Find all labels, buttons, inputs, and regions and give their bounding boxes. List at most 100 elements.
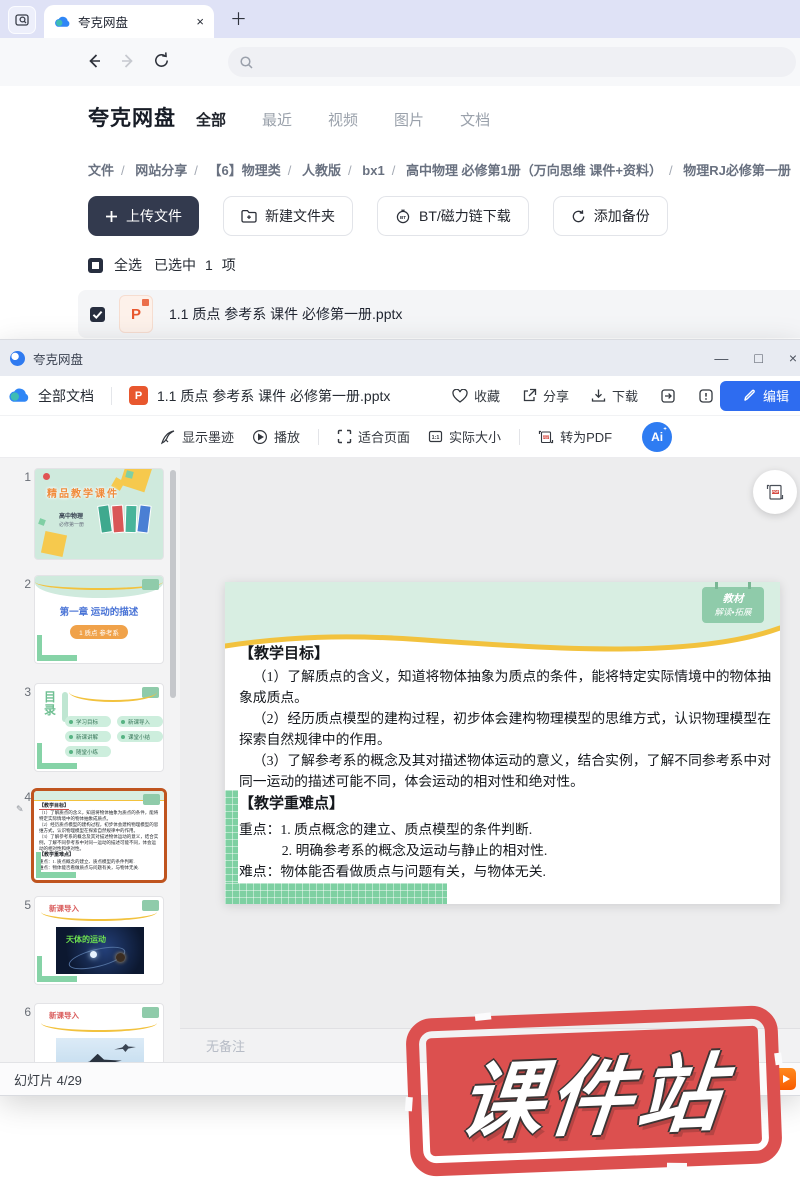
new-tab-button[interactable]: ＋ bbox=[230, 5, 247, 30]
tab-doc[interactable]: 文档 bbox=[460, 109, 490, 130]
preview-window: 夸克网盘 — □ × 全部文档 P 1.1 质点 参考系 课件 必修第一册.pp… bbox=[0, 340, 800, 1095]
maximize-button[interactable]: □ bbox=[754, 350, 762, 366]
heart-icon bbox=[452, 389, 468, 403]
stamp-body: 课件站 bbox=[426, 1026, 762, 1157]
new-folder-button[interactable]: 新建文件夹 bbox=[223, 196, 353, 236]
select-all-checkbox[interactable] bbox=[88, 258, 103, 273]
quark-cloud-logo-icon bbox=[54, 16, 70, 28]
convert-pdf-floating-button[interactable]: PDF bbox=[753, 470, 797, 514]
breadcrumb-item[interactable]: 【6】物理类 bbox=[209, 163, 281, 178]
corner-deco bbox=[36, 872, 76, 878]
save-to-drive-button[interactable] bbox=[660, 388, 676, 404]
thumbnail-scrollbar[interactable] bbox=[170, 470, 176, 698]
tab-recent[interactable]: 最近 bbox=[262, 109, 292, 130]
browser-tab-strip: 夸克网盘 × ＋ bbox=[0, 0, 800, 38]
thumb-number: 5 bbox=[15, 898, 31, 912]
save-to-drive-icon bbox=[660, 388, 676, 404]
svg-text:PDF: PDF bbox=[772, 490, 778, 494]
cover-title: 精品教学课件 bbox=[47, 485, 119, 500]
goal-2: （2）经历质点模型的建构过程，初步体会建构物理模型的思维方式，认识物理模型在探索… bbox=[239, 708, 771, 750]
close-button[interactable]: × bbox=[789, 350, 797, 366]
favorite-button[interactable]: 收藏 bbox=[452, 386, 500, 405]
svg-text:PDF: PDF bbox=[543, 435, 549, 439]
file-row[interactable]: P 1.1 质点 参考系 课件 必修第一册.pptx bbox=[78, 290, 800, 338]
minimize-button[interactable]: — bbox=[714, 350, 728, 366]
share-icon bbox=[522, 388, 537, 403]
slide-thumbnail-1[interactable]: 精品教学课件 高中物理 必修第一册 bbox=[34, 468, 164, 560]
slide-thumbnail-6[interactable]: 新课导入 bbox=[34, 1003, 164, 1062]
bt-magnet-download-button[interactable]: BT BT/磁力链下载 bbox=[377, 196, 529, 236]
tab-all[interactable]: 全部 bbox=[196, 109, 226, 130]
breadcrumb-item[interactable]: 文件 bbox=[88, 163, 114, 178]
refresh-icon[interactable] bbox=[152, 51, 171, 70]
fit-page-button[interactable]: 适合页面 bbox=[337, 427, 410, 446]
all-docs-link[interactable]: 全部文档 bbox=[38, 386, 94, 406]
svg-text:BT: BT bbox=[400, 215, 406, 220]
search-icon bbox=[239, 55, 254, 70]
tab-close-icon[interactable]: × bbox=[196, 14, 204, 29]
book-cover bbox=[125, 505, 138, 533]
breadcrumb-item[interactable]: 高中物理 必修第1册（万向思维 课件+资料） bbox=[406, 163, 662, 178]
breadcrumb-item[interactable]: 人教版 bbox=[302, 163, 341, 178]
ai-assistant-button[interactable]: Ai bbox=[642, 422, 672, 452]
file-checkbox[interactable] bbox=[90, 307, 105, 322]
browser-tab[interactable]: 夸克网盘 × bbox=[44, 5, 214, 38]
viewer-nav-bar: 全部文档 P 1.1 质点 参考系 课件 必修第一册.pptx 收藏 分享 下载 bbox=[0, 376, 800, 416]
window-title: 夸克网盘 bbox=[33, 349, 706, 368]
slide-thumbnail-5[interactable]: 新课导入 天体的运动 bbox=[34, 896, 164, 985]
corner-deco bbox=[37, 976, 77, 982]
edit-button[interactable]: 编辑 bbox=[720, 381, 800, 411]
keys-heading: 【教学重难点】 bbox=[239, 792, 771, 816]
page-title: 夸克网盘 bbox=[88, 102, 176, 132]
convert-to-pdf-button[interactable]: PDF 转为PDF bbox=[538, 427, 612, 446]
toc-title: 目录 bbox=[44, 691, 58, 717]
pdf-convert-icon: PDF bbox=[538, 429, 554, 445]
play-circle-icon bbox=[252, 429, 268, 445]
address-bar[interactable] bbox=[228, 47, 796, 77]
corner-grid-deco bbox=[225, 883, 447, 904]
stamp-text: 课件站 bbox=[454, 1025, 733, 1157]
mini-badge bbox=[142, 1007, 159, 1018]
book-cover bbox=[111, 505, 125, 534]
upload-button[interactable]: 上传文件 bbox=[88, 196, 199, 236]
goal-1: （1）了解质点的含义，知道将物体抽象为质点的条件，能将特定实际情境中的物体抽象成… bbox=[239, 666, 771, 708]
section-label: 新课导入 bbox=[49, 1010, 79, 1021]
cover-edition: 必修第一册 bbox=[59, 521, 84, 528]
aircraft-image bbox=[56, 1038, 144, 1062]
selected-unit: 项 bbox=[222, 255, 236, 275]
viewer-toolbar: 显示墨迹 播放 适合页面 1:1 实际大小 PDF 转为PDF Ai bbox=[0, 416, 800, 458]
toc-items: 学习目标 新课导入 新课讲解 课堂小结 随堂小练 bbox=[65, 716, 163, 757]
share-button[interactable]: 分享 bbox=[522, 386, 569, 405]
tab-video[interactable]: 视频 bbox=[328, 109, 358, 130]
breadcrumb: 文件/ 网站分享/ 【6】物理类/ 人教版/ bx1/ 高中物理 必修第1册（万… bbox=[88, 160, 800, 179]
difficulty-point: 难点：物体能否看做质点与问题有关，与物体无关. bbox=[239, 861, 771, 882]
goals-heading: 【教学目标】 bbox=[239, 642, 771, 666]
feedback-button[interactable] bbox=[698, 388, 714, 404]
pdf-convert-icon: PDF bbox=[764, 481, 786, 503]
download-button[interactable]: 下载 bbox=[591, 386, 638, 405]
slide-thumbnail-2[interactable]: 第一章 运动的描述 1 质点 参考系 bbox=[34, 575, 164, 664]
check-icon bbox=[90, 307, 105, 322]
add-backup-button[interactable]: 添加备份 bbox=[553, 196, 668, 236]
screenshot-search-icon[interactable] bbox=[8, 6, 36, 34]
thumb-number: 2 bbox=[15, 577, 31, 591]
cloud-drive-icon[interactable] bbox=[8, 388, 29, 403]
select-all-label[interactable]: 全选 bbox=[114, 255, 142, 275]
viewer-body: 1 精品教学课件 高中物理 必修第一册 2 bbox=[0, 458, 800, 1062]
tab-image[interactable]: 图片 bbox=[394, 109, 424, 130]
browser-toolbar bbox=[0, 38, 800, 86]
space-image: 天体的运动 bbox=[56, 927, 144, 974]
back-icon[interactable] bbox=[84, 51, 104, 71]
slide-thumbnail-4-selected[interactable]: 【教学目标】 （1）了解质点的含义，知道将物体抽象为质点的条件，能将特定实际情境… bbox=[31, 788, 167, 883]
one-to-one-icon: 1:1 bbox=[428, 429, 443, 444]
show-ink-button[interactable]: 显示墨迹 bbox=[160, 427, 234, 446]
slide-counter: 幻灯片 4/29 bbox=[14, 1070, 82, 1089]
breadcrumb-item[interactable]: bx1 bbox=[362, 163, 384, 178]
play-button[interactable]: 播放 bbox=[252, 427, 300, 446]
slide-thumbnail-3[interactable]: 目录 学习目标 新课导入 新课讲解 课堂小结 随堂小练 bbox=[34, 683, 164, 772]
actual-size-button[interactable]: 1:1 实际大小 bbox=[428, 427, 501, 446]
selected-label: 已选中 bbox=[154, 255, 196, 275]
breadcrumb-item[interactable]: 网站分享 bbox=[135, 163, 187, 178]
forward-icon[interactable] bbox=[118, 51, 138, 71]
thumb-number: 3 bbox=[15, 685, 31, 699]
